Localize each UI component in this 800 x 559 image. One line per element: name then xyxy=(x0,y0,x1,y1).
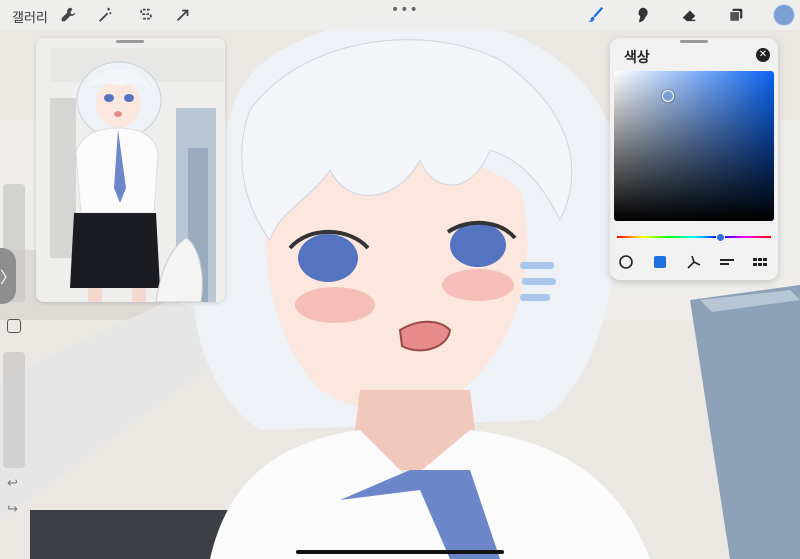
disc-mode-icon[interactable] xyxy=(616,252,636,272)
more-dots[interactable]: ••• xyxy=(391,2,419,18)
undo-button[interactable]: ↩ xyxy=(7,476,18,491)
close-icon[interactable]: ✕ xyxy=(756,48,770,62)
brush-opacity-slider[interactable] xyxy=(3,352,25,468)
magic-wand-icon[interactable] xyxy=(95,5,115,25)
reference-grab-handle[interactable] xyxy=(116,40,144,43)
smudge-icon[interactable] xyxy=(633,5,653,25)
reference-window[interactable] xyxy=(36,38,225,302)
color-panel-grab-handle[interactable] xyxy=(680,40,708,43)
value-mode-icon[interactable] xyxy=(717,252,737,272)
harmony-mode-icon[interactable] xyxy=(684,252,704,272)
wrench-icon[interactable] xyxy=(58,5,78,25)
sidebar-toggle-button[interactable]: 〉 xyxy=(0,248,16,304)
reference-image xyxy=(36,38,225,302)
hue-slider[interactable] xyxy=(617,236,771,238)
selection-s-icon[interactable] xyxy=(136,5,156,25)
hue-slider-knob[interactable] xyxy=(716,233,725,242)
top-toolbar: 갤러리 ••• xyxy=(0,0,800,30)
layers-icon[interactable] xyxy=(726,5,746,25)
classic-mode-icon[interactable] xyxy=(650,252,670,272)
color-picker-knob[interactable] xyxy=(662,90,674,102)
arrow-icon[interactable] xyxy=(173,5,193,25)
color-panel: 색상 ✕ xyxy=(610,38,778,280)
palettes-mode-icon[interactable] xyxy=(750,252,770,272)
home-indicator[interactable] xyxy=(296,550,504,554)
redo-button[interactable]: ↪ xyxy=(7,502,18,517)
brush-icon[interactable] xyxy=(586,5,606,25)
left-sidebar: ↩ ↪ xyxy=(0,180,30,530)
eraser-icon[interactable] xyxy=(679,5,699,25)
modify-button[interactable] xyxy=(7,319,21,333)
color-panel-title: 색상 xyxy=(624,50,650,66)
current-color-swatch[interactable] xyxy=(773,4,795,26)
color-saturation-box[interactable] xyxy=(614,71,774,221)
gallery-button[interactable]: 갤러리 xyxy=(12,7,48,26)
